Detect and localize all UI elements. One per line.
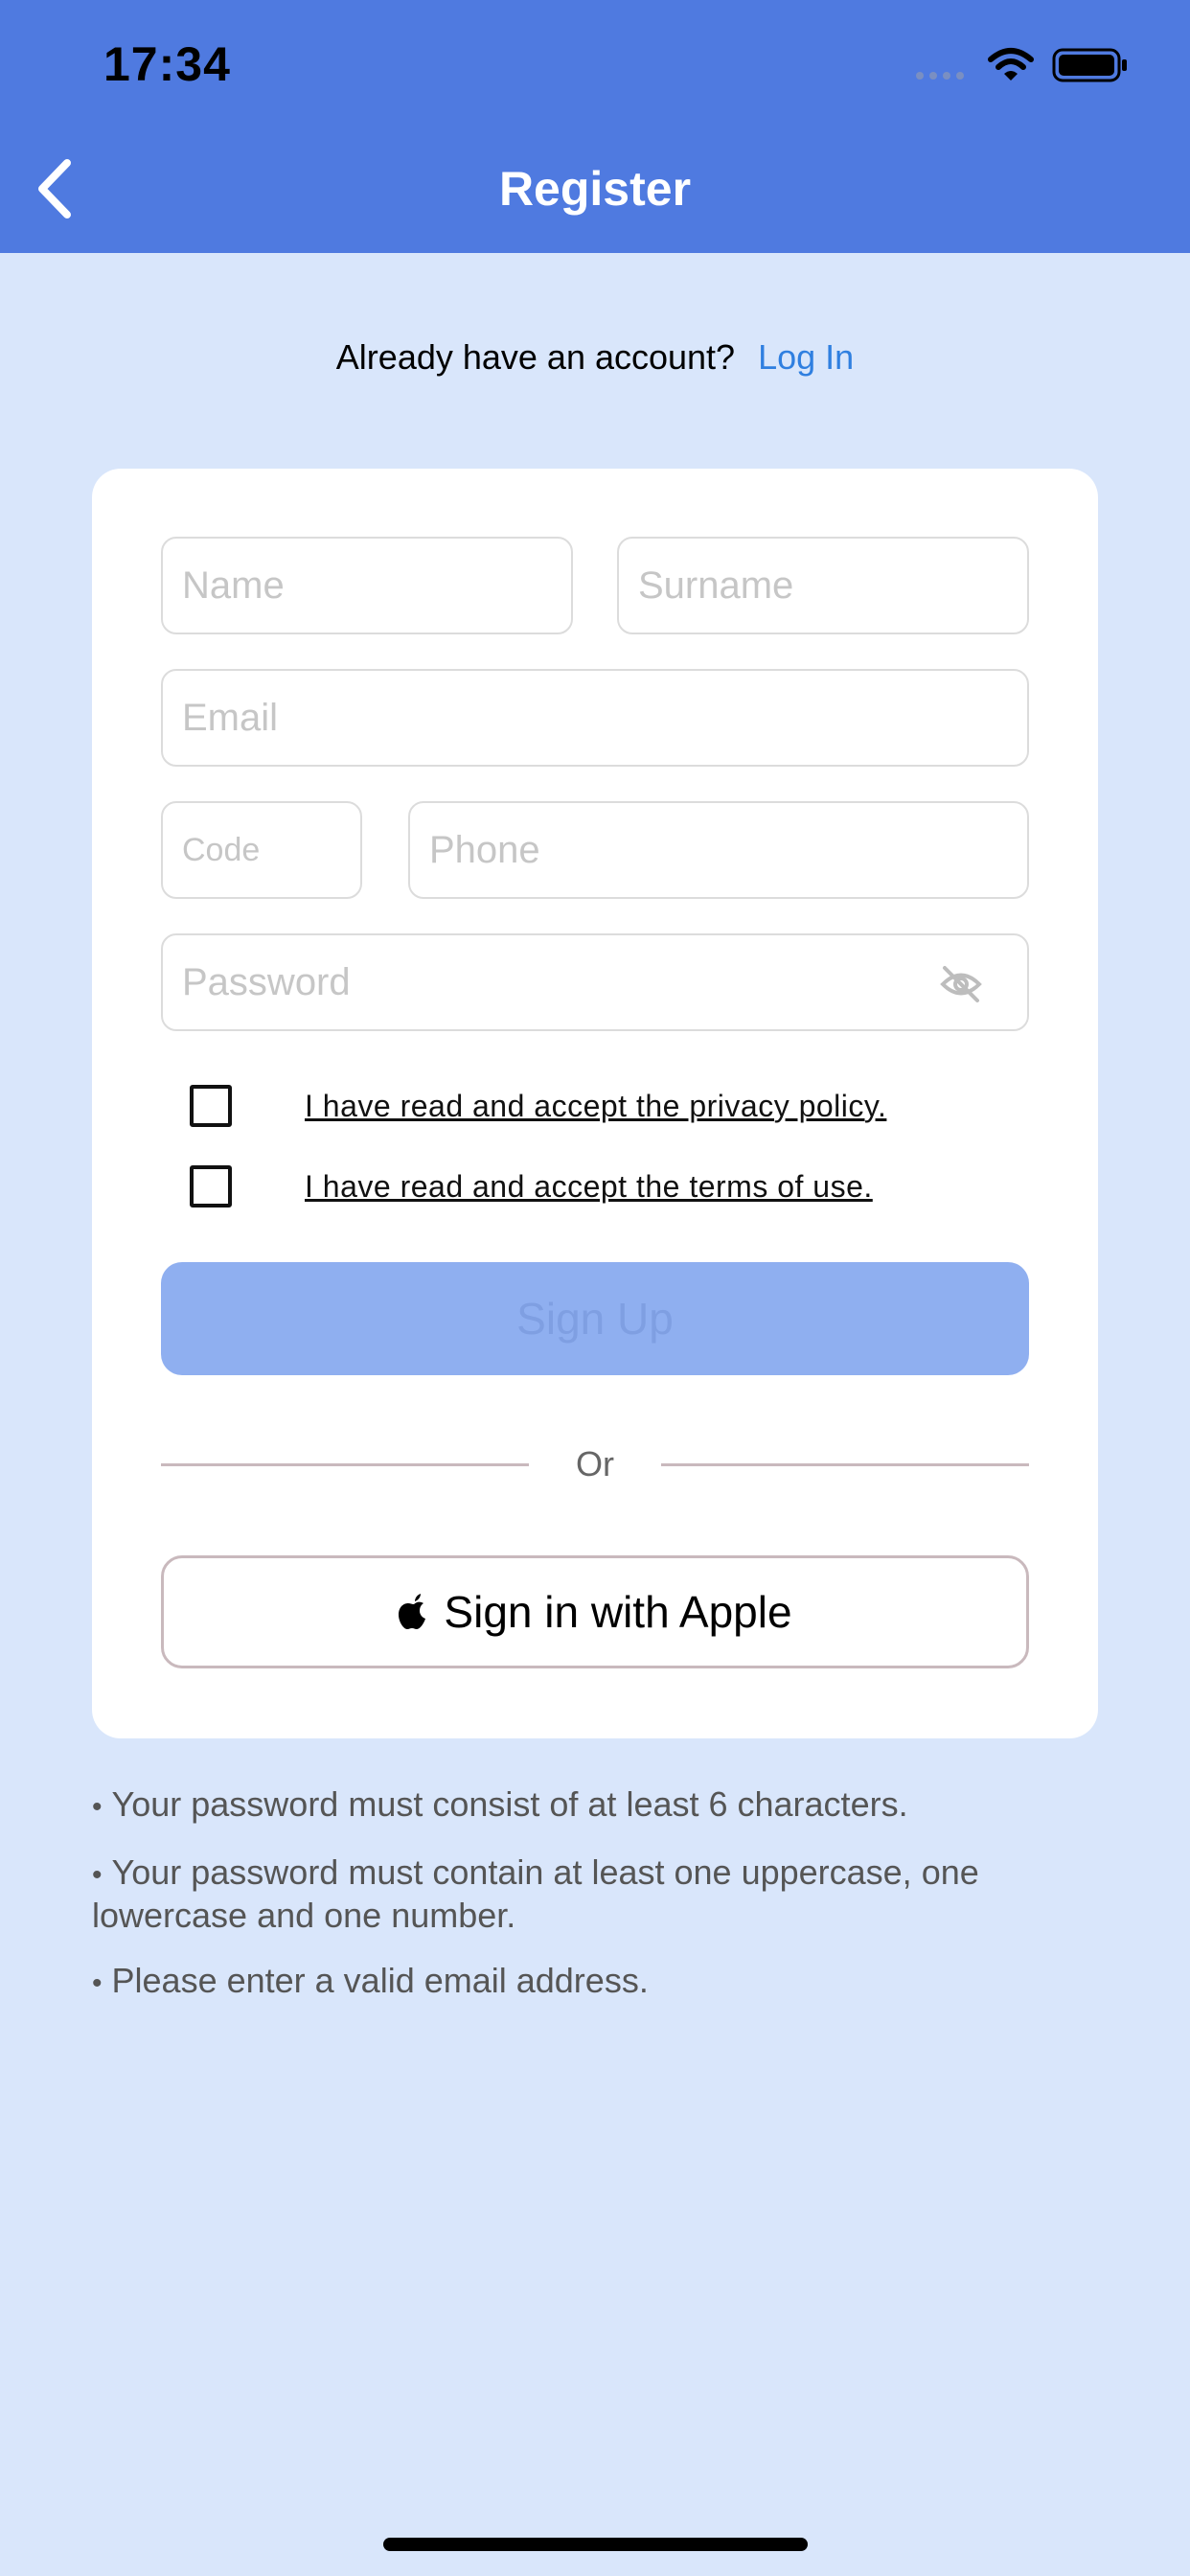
wifi-icon [988, 48, 1034, 80]
name-field[interactable] [161, 537, 573, 634]
apple-logo-icon [399, 1594, 426, 1629]
login-link[interactable]: Log In [758, 337, 854, 377]
login-prompt: Already have an account? Log In [0, 337, 1190, 378]
terms-of-use-checkbox[interactable] [190, 1165, 232, 1208]
validation-rules: • Your password must consist of at least … [92, 1784, 1108, 2029]
battery-icon [1052, 48, 1127, 82]
privacy-policy-row[interactable]: I have read and accept the privacy polic… [190, 1082, 886, 1130]
privacy-policy-label[interactable]: I have read and accept the privacy polic… [305, 1089, 886, 1124]
terms-of-use-row[interactable]: I have read and accept the terms of use. [190, 1162, 873, 1210]
cellular-signal-icon [916, 72, 964, 80]
phone-field[interactable] [408, 801, 1029, 899]
code-field[interactable] [161, 801, 362, 899]
name-input[interactable] [182, 564, 571, 608]
sign-in-with-apple-button[interactable]: Sign in with Apple [161, 1555, 1029, 1668]
navigation-header: 17:34 Register [0, 0, 1190, 253]
eye-slash-icon[interactable] [939, 964, 983, 1004]
password-field[interactable] [161, 933, 1029, 1031]
password-input[interactable] [182, 960, 1027, 1004]
page-title: Register [498, 162, 692, 216]
rule-item: • Your password must consist of at least … [92, 1784, 908, 1824]
status-time: 17:34 [103, 37, 231, 91]
email-input[interactable] [182, 696, 1027, 740]
terms-of-use-label[interactable]: I have read and accept the terms of use. [305, 1169, 873, 1205]
rule-item: • Your password must contain at least one… [92, 1852, 979, 1935]
register-card: I have read and accept the privacy polic… [92, 469, 1098, 1738]
email-field[interactable] [161, 669, 1029, 767]
sign-up-button[interactable]: Sign Up [161, 1262, 1029, 1375]
country-code-input[interactable] [182, 831, 360, 869]
surname-input[interactable] [638, 564, 1027, 608]
divider-right [661, 1463, 1029, 1466]
surname-field[interactable] [617, 537, 1029, 634]
phone-input[interactable] [429, 828, 1027, 872]
home-indicator [383, 2538, 808, 2551]
privacy-policy-checkbox[interactable] [190, 1085, 232, 1127]
sign-in-with-apple-label: Sign in with Apple [444, 1587, 792, 1637]
rule-item: • Please enter a valid email address. [92, 1961, 649, 2000]
login-prompt-text: Already have an account? [335, 337, 736, 377]
